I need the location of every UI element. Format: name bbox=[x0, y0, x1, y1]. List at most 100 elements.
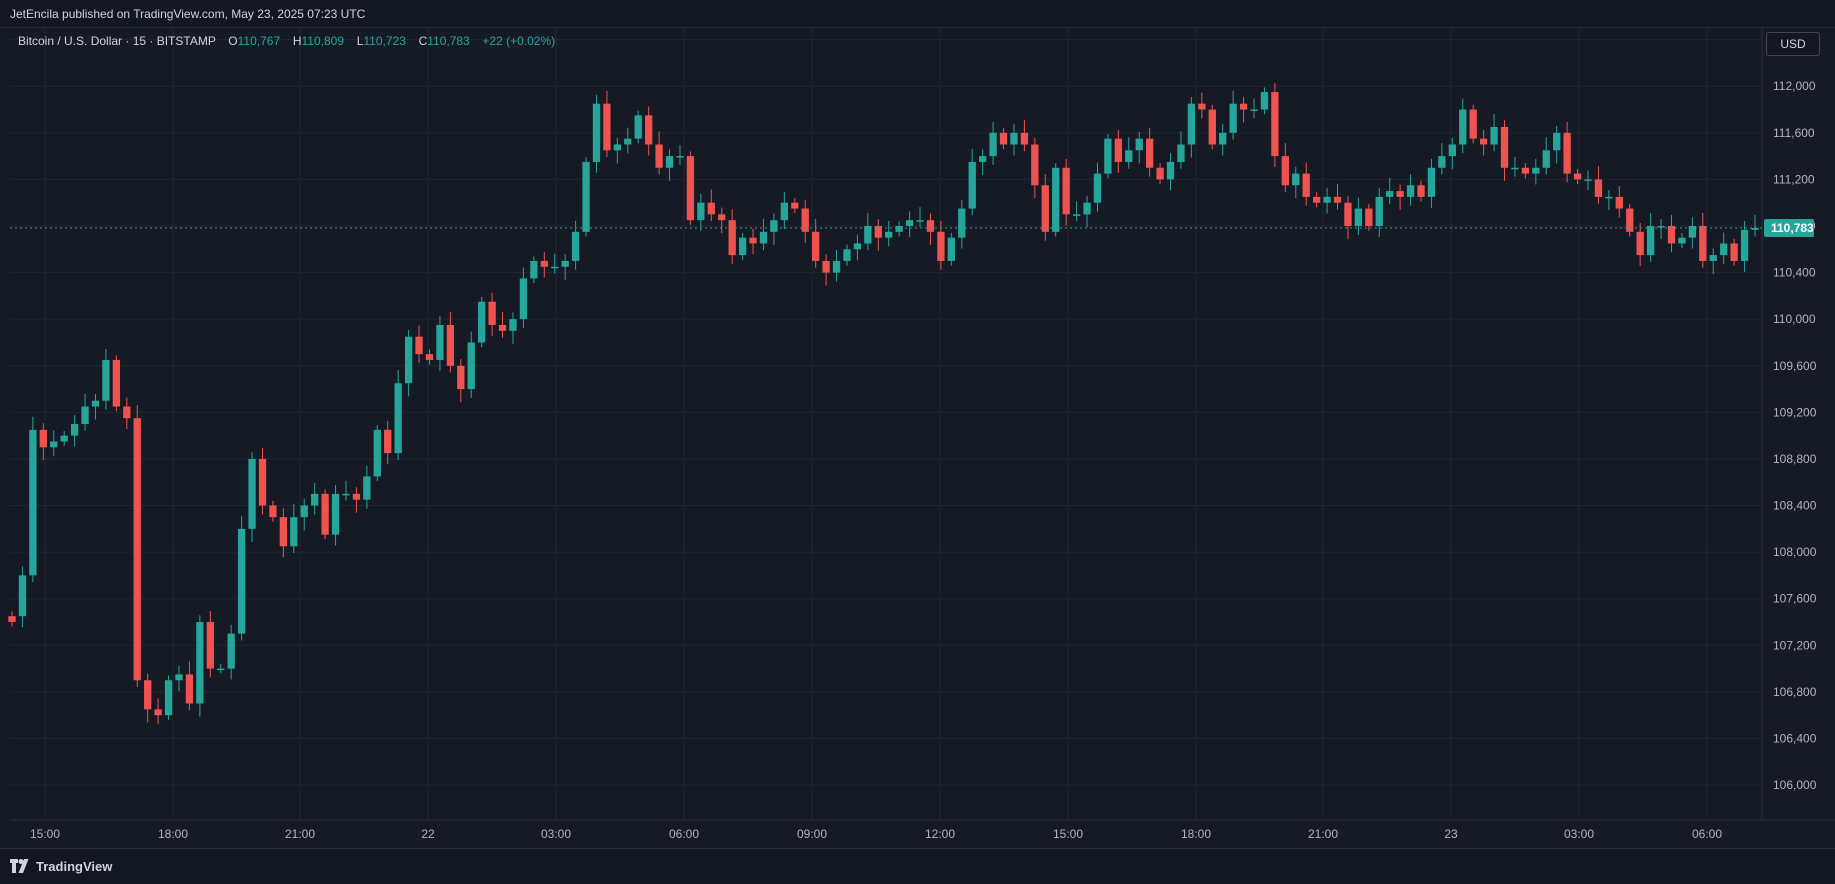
candlestick-chart[interactable]: 106,000 106,400 106,800 107,200 107,600 108,0… bbox=[0, 0, 1835, 848]
candle-body bbox=[1375, 196, 1383, 226]
currency-button[interactable]: USD bbox=[1766, 32, 1820, 56]
candle-body bbox=[39, 429, 47, 448]
candle-body bbox=[1521, 167, 1530, 174]
candle-body bbox=[1626, 208, 1634, 232]
candle-body bbox=[29, 429, 37, 576]
candle-body bbox=[968, 161, 976, 209]
candle-body bbox=[50, 441, 58, 448]
candle bbox=[1104, 133, 1112, 179]
candle-body bbox=[937, 231, 945, 261]
candle-body bbox=[1479, 138, 1488, 145]
time-tick-label: 22 bbox=[421, 827, 435, 841]
candle-body bbox=[1219, 132, 1227, 145]
candle-body bbox=[1542, 150, 1550, 168]
candle-body bbox=[1532, 167, 1540, 174]
candle-body bbox=[18, 575, 27, 617]
time-tick-label: 03:00 bbox=[1564, 827, 1594, 841]
candle-body bbox=[425, 354, 434, 360]
candle-body bbox=[1448, 144, 1456, 157]
candle-body bbox=[895, 226, 903, 232]
candle-body bbox=[269, 505, 277, 518]
price-tick-label: 112,000 bbox=[1773, 79, 1816, 93]
candle-body bbox=[958, 208, 966, 238]
grid bbox=[10, 28, 1762, 820]
candle-body bbox=[478, 301, 486, 343]
candle-body bbox=[300, 505, 308, 518]
candle-body bbox=[1594, 179, 1603, 197]
candle-body bbox=[279, 517, 288, 547]
open-label: O bbox=[228, 34, 238, 48]
candle-body bbox=[822, 260, 830, 273]
time-tick-label: 23 bbox=[1444, 827, 1458, 841]
candle-body bbox=[707, 202, 715, 215]
candle-body bbox=[185, 674, 194, 704]
candle-body bbox=[634, 115, 642, 139]
candle-body bbox=[1365, 208, 1373, 226]
candle-body bbox=[60, 435, 68, 442]
candle-body bbox=[1386, 191, 1394, 197]
candle bbox=[1469, 104, 1477, 144]
candle-body bbox=[1145, 138, 1154, 168]
candle bbox=[1052, 163, 1060, 237]
candle-body bbox=[384, 429, 392, 454]
candle-body bbox=[561, 260, 569, 267]
candle bbox=[592, 94, 601, 173]
candle-body bbox=[1688, 226, 1697, 238]
candle-body bbox=[1041, 185, 1049, 232]
candle-body bbox=[1010, 132, 1018, 145]
candle-body bbox=[864, 226, 872, 244]
candle-body bbox=[1438, 156, 1446, 168]
candle-body bbox=[457, 365, 465, 390]
candle-body bbox=[1417, 185, 1425, 197]
candle bbox=[237, 515, 246, 641]
candle-body bbox=[81, 406, 89, 424]
candle-body bbox=[1469, 109, 1477, 139]
candle-body bbox=[645, 115, 653, 145]
candle-body bbox=[1396, 191, 1404, 197]
candle-body bbox=[885, 231, 893, 238]
price-axis[interactable]: 106,000 106,400 106,800 107,200 107,600 108,0… bbox=[1773, 33, 1817, 792]
candle-body bbox=[1323, 196, 1331, 203]
candle-body bbox=[603, 103, 611, 151]
candle-body bbox=[613, 144, 622, 151]
candle-body bbox=[1406, 185, 1415, 197]
candle bbox=[321, 489, 329, 540]
candle-body bbox=[394, 383, 402, 454]
candle bbox=[947, 232, 955, 266]
candle-body bbox=[488, 301, 496, 325]
candle-body bbox=[989, 132, 997, 157]
candle-body bbox=[123, 406, 131, 419]
tradingview-logo-text: TradingView bbox=[36, 859, 113, 874]
candle-body bbox=[551, 266, 559, 269]
candle-body bbox=[530, 260, 538, 279]
time-tick-label: 09:00 bbox=[797, 827, 827, 841]
time-axis[interactable]: 15:00 18:00 21:00 22 03:00 06:00 09:00 12:00 15:… bbox=[30, 827, 1722, 841]
candle-body bbox=[1312, 196, 1321, 203]
candle-body bbox=[1699, 226, 1707, 261]
price-tick-label: 108,000 bbox=[1773, 545, 1817, 559]
candle-body bbox=[1072, 214, 1081, 216]
candle-body bbox=[102, 359, 110, 401]
candle-body bbox=[1333, 196, 1342, 203]
tradingview-logo[interactable]: TradingView bbox=[10, 859, 112, 874]
candle-body bbox=[1500, 127, 1509, 168]
candle-body bbox=[1114, 138, 1122, 162]
candle-body bbox=[843, 249, 851, 261]
close-label: C bbox=[418, 34, 428, 48]
time-tick-label: 15:00 bbox=[30, 827, 60, 841]
candle-body bbox=[999, 132, 1008, 145]
candle-body bbox=[373, 429, 381, 477]
candle bbox=[373, 425, 381, 482]
candle-body bbox=[1031, 144, 1039, 186]
candle-body bbox=[1427, 167, 1436, 197]
candle-body bbox=[1646, 226, 1655, 256]
candle-body bbox=[436, 325, 444, 360]
candle-body bbox=[1584, 179, 1592, 181]
candle-body bbox=[655, 144, 663, 168]
candle-body bbox=[1271, 92, 1279, 157]
candle-body bbox=[853, 243, 862, 250]
candle-body bbox=[227, 633, 235, 669]
candle-body bbox=[1490, 127, 1498, 145]
candle-body bbox=[144, 680, 152, 710]
candle-body bbox=[331, 493, 340, 535]
